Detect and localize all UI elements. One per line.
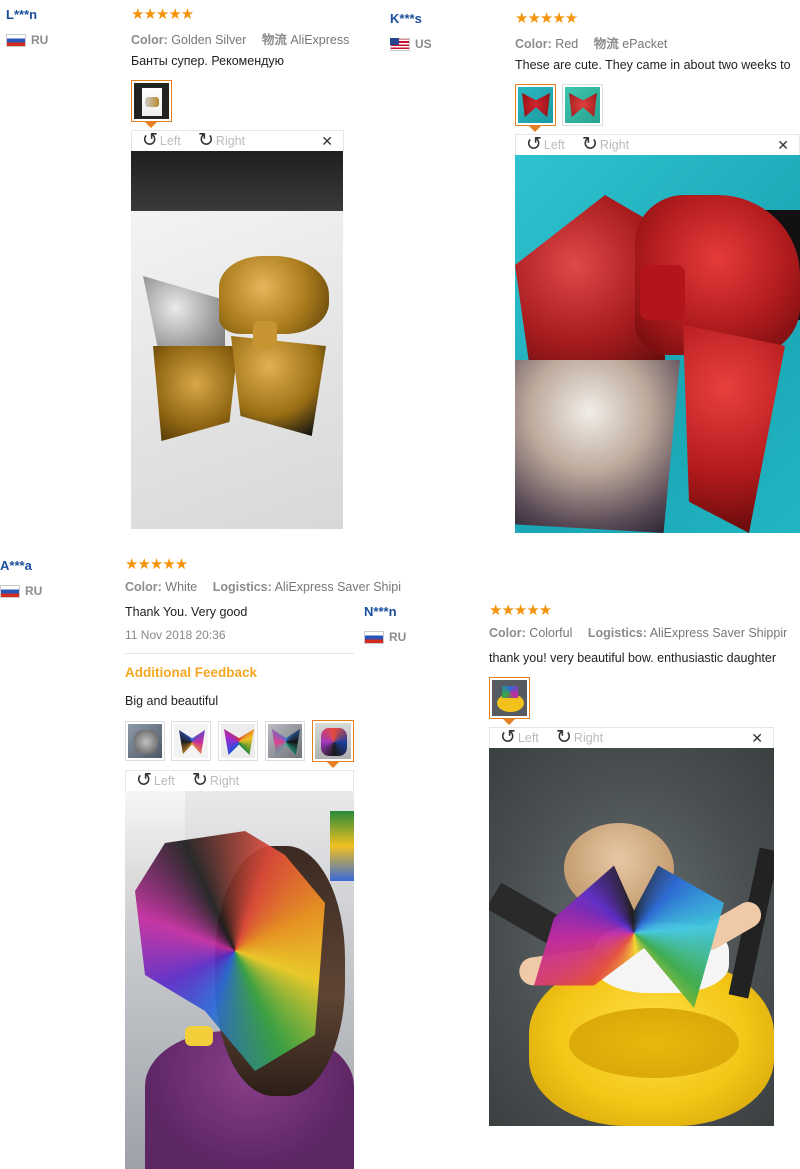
color-value: Red xyxy=(555,37,579,51)
review-meta: Color: Golden Silver 物流 AliExpress xyxy=(131,29,356,48)
logistics-value: ePacket xyxy=(622,37,668,51)
photo-thumbnail[interactable] xyxy=(562,84,603,126)
photo-thumbnail[interactable] xyxy=(131,80,172,122)
selected-caret xyxy=(145,122,157,128)
photo-thumbnail[interactable] xyxy=(515,84,556,126)
rotate-left-button[interactable]: ↺ Left xyxy=(526,134,565,155)
flag-icon xyxy=(6,33,26,47)
close-icon[interactable]: ✕ xyxy=(777,137,789,154)
logistics-value: AliExpress xyxy=(290,33,350,47)
color-value: Colorful xyxy=(529,626,573,640)
flag-icon xyxy=(364,630,384,644)
review-meta: Color: Colorful Logistics: AliExpress Sa… xyxy=(489,626,800,640)
country-code: RU xyxy=(389,630,407,644)
photo-thumbnail[interactable] xyxy=(125,721,165,761)
rotate-left-icon: ↺ xyxy=(136,770,152,791)
rotate-left-button[interactable]: ↺ Left xyxy=(142,130,181,151)
rotate-left-button[interactable]: ↺ Left xyxy=(136,770,175,791)
image-viewer-toolbar: ↺ Left ↻ Right xyxy=(125,770,354,792)
photo-thumbnail[interactable] xyxy=(265,721,305,761)
country-code: RU xyxy=(31,33,49,47)
rotate-right-button[interactable]: ↻ Right xyxy=(556,727,603,748)
color-value: Golden Silver xyxy=(171,33,247,47)
color-value: White xyxy=(165,580,198,594)
star-rating: ★★★★★ xyxy=(131,6,194,23)
image-viewer-toolbar: ↺ Left ↻ Right ✕ xyxy=(489,727,774,749)
color-label: Color: xyxy=(515,37,552,51)
divider xyxy=(125,653,354,654)
rotate-right-button[interactable]: ↻ Right xyxy=(192,770,239,791)
review-text: These are cute. They came in about two w… xyxy=(515,58,791,72)
review-photo[interactable] xyxy=(125,791,354,1169)
additional-feedback-text: Big and beautiful xyxy=(125,694,219,708)
star-rating: ★★★★★ xyxy=(489,602,552,619)
rotate-left-icon: ↺ xyxy=(526,134,542,155)
review-text: Thank You. Very good xyxy=(125,605,248,619)
image-viewer-toolbar: ↺ Left ↻ Right ✕ xyxy=(131,130,344,152)
review-meta: Color: Red 物流 ePacket xyxy=(515,33,800,52)
reviewer-country: RU xyxy=(0,584,42,598)
color-label: Color: xyxy=(125,580,162,594)
close-icon[interactable]: ✕ xyxy=(751,730,763,747)
selected-caret xyxy=(529,126,541,132)
rotate-right-button[interactable]: ↻ Right xyxy=(198,130,245,151)
additional-feedback-title: Additional Feedback xyxy=(125,665,258,680)
review-date: 11 Nov 2018 20:36 xyxy=(125,628,226,642)
reviewer-country: RU xyxy=(364,630,406,644)
flag-icon xyxy=(0,584,20,598)
rotate-left-icon: ↺ xyxy=(142,130,158,151)
star-rating: ★★★★★ xyxy=(125,556,188,573)
review-photo[interactable] xyxy=(489,748,774,1126)
country-code: US xyxy=(415,37,432,51)
review-meta: Color: White Logistics: AliExpress Saver… xyxy=(125,580,411,594)
rotate-right-icon: ↻ xyxy=(192,770,208,791)
close-icon[interactable]: ✕ xyxy=(321,133,333,150)
review-text: Банты супер. Рекомендую xyxy=(131,54,285,68)
review-photo[interactable] xyxy=(515,155,800,533)
rotate-right-icon: ↻ xyxy=(582,134,598,155)
image-viewer-toolbar: ↺ Left ↻ Right ✕ xyxy=(515,134,800,156)
review-text: thank you! very beautiful bow. enthusias… xyxy=(489,651,776,665)
star-rating: ★★★★★ xyxy=(515,10,578,27)
logistics-label: 物流 xyxy=(593,37,619,51)
rotate-left-icon: ↺ xyxy=(500,727,516,748)
rotate-right-button[interactable]: ↻ Right xyxy=(582,134,629,155)
photo-thumbnail[interactable] xyxy=(218,721,258,761)
color-label: Color: xyxy=(489,626,526,640)
reviewer-name[interactable]: K***s xyxy=(390,11,422,26)
country-code: RU xyxy=(25,584,43,598)
flag-icon xyxy=(390,37,410,51)
photo-thumbnail[interactable] xyxy=(171,721,211,761)
reviewer-name[interactable]: L***n xyxy=(6,7,37,22)
photo-thumbnail[interactable] xyxy=(489,677,530,719)
logistics-value: AliExpress Saver Shippir xyxy=(649,626,788,640)
selected-caret xyxy=(327,762,339,768)
logistics-value: AliExpress Saver Shipi xyxy=(274,580,402,594)
selected-caret xyxy=(503,719,515,725)
reviewer-country: RU xyxy=(6,33,48,47)
logistics-label: Logistics: xyxy=(587,626,647,640)
logistics-label: Logistics: xyxy=(212,580,272,594)
review-photo[interactable] xyxy=(131,151,343,529)
color-label: Color: xyxy=(131,33,168,47)
logistics-label: 物流 xyxy=(261,33,287,47)
photo-thumbnail[interactable] xyxy=(312,720,354,762)
rotate-right-icon: ↻ xyxy=(198,130,214,151)
reviewer-name[interactable]: A***a xyxy=(0,558,32,573)
reviewer-country: US xyxy=(390,37,432,51)
rotate-right-icon: ↻ xyxy=(556,727,572,748)
reviewer-name[interactable]: N***n xyxy=(364,604,397,619)
rotate-left-button[interactable]: ↺ Left xyxy=(500,727,539,748)
